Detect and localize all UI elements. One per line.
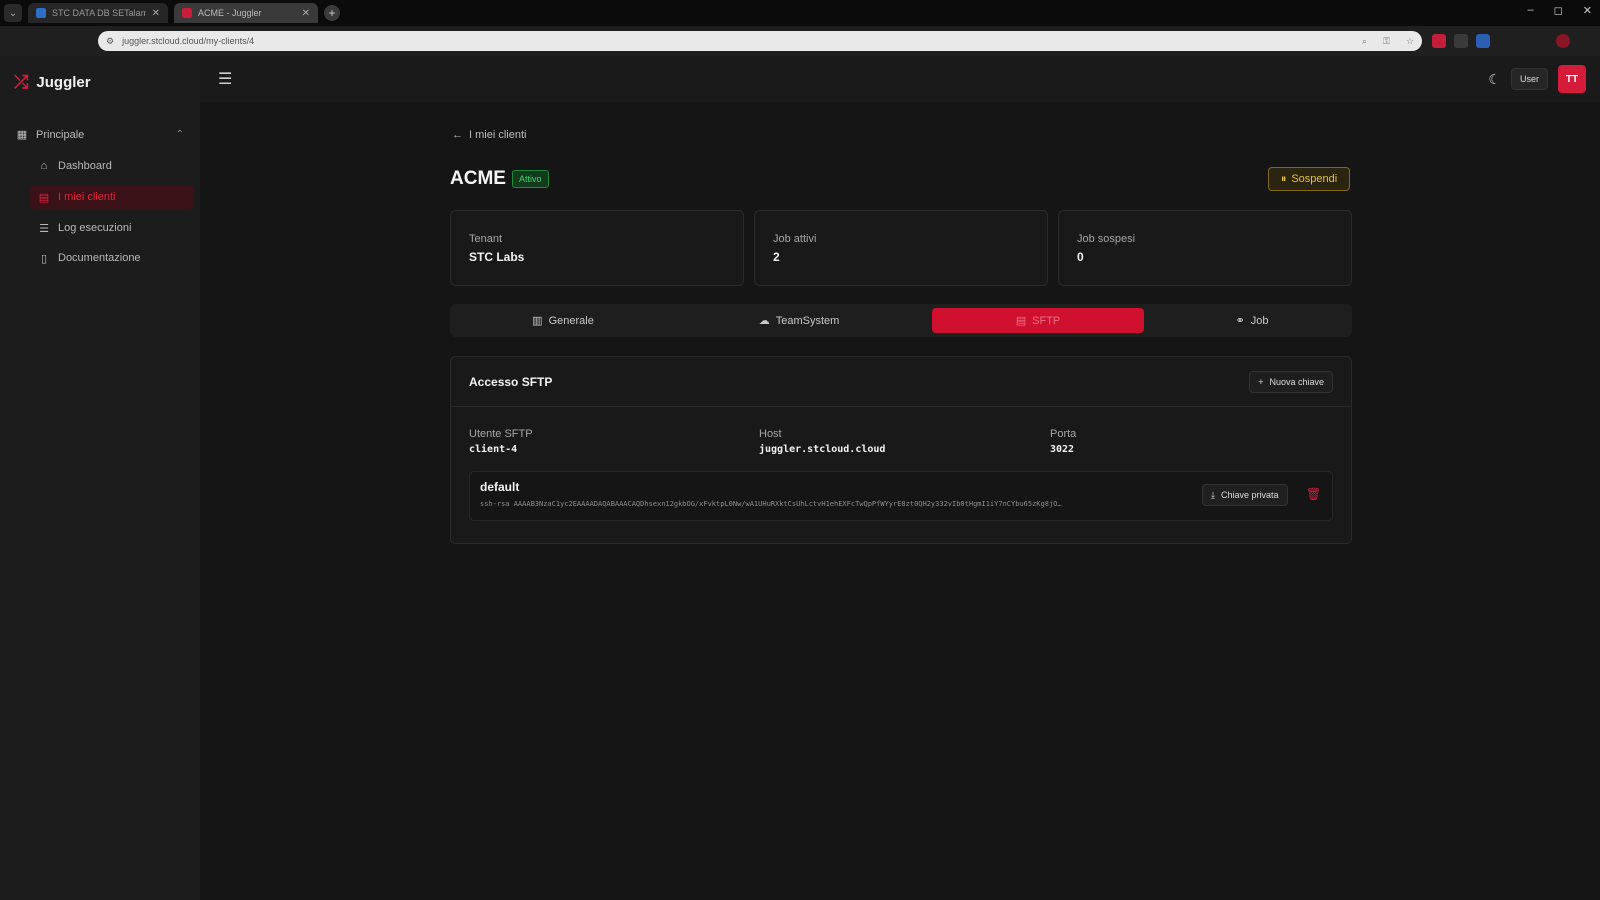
sidebar-item-clients[interactable]: ▤ I miei clienti (30, 185, 194, 209)
server-icon: ▤ (1015, 315, 1027, 327)
password-key-icon[interactable]: ⚿ (1383, 36, 1390, 47)
extension-icon[interactable] (1476, 34, 1490, 48)
browser-toolbar: ⚙ juggler.stcloud.cloud/my-clients/4 ⌕ ⚿… (0, 26, 1600, 56)
tab-generale[interactable]: ▥ Generale (454, 308, 672, 333)
browser-tab-bar: ⌄ STC DATA DB SETalamble D ✕ ACME - Jugg… (0, 0, 1600, 26)
cloud-icon: ☁ (758, 315, 770, 327)
link-icon: ⚭ (1235, 315, 1245, 327)
extension-icon[interactable] (1432, 34, 1446, 48)
delete-key-trash-icon[interactable]: 🗑 (1306, 487, 1321, 501)
suspended-jobs-card: Job sospesi 0 (1058, 210, 1352, 286)
pause-circle-icon: ⏸ (1280, 172, 1287, 185)
suspend-button[interactable]: ⏸ Sospendi (1268, 167, 1350, 191)
sidebar-section-principale[interactable]: ▦ Principale ⌃ (16, 128, 184, 142)
theme-toggle-moon-icon[interactable]: ☾ (1488, 71, 1501, 88)
brand-name: Juggler (36, 74, 91, 91)
hamburger-menu-icon[interactable]: ☰ (218, 69, 232, 89)
status-badge: Attivo (512, 170, 549, 188)
sftp-port-field: Porta 3022 (1050, 428, 1077, 455)
header-actions: ☾ User TT (1488, 65, 1586, 93)
sftp-host-field: Host juggler.stcloud.cloud (759, 428, 886, 455)
building-icon: ▥ (532, 315, 543, 327)
user-button[interactable]: User (1510, 68, 1548, 90)
tab-search-button[interactable]: ⌄ (4, 4, 22, 22)
sidebar: ⤮ Juggler ▦ Principale ⌃ ⌂ Dashboard ▤ I… (0, 56, 200, 900)
favicon-icon (182, 8, 192, 18)
window-controls: – ◻ ✕ (1528, 4, 1592, 17)
key-name: default (480, 480, 520, 494)
brand[interactable]: ⤮ Juggler (14, 72, 91, 93)
arrow-left-icon: ← (452, 129, 463, 141)
download-private-key-button[interactable]: ⤓ Chiave privata (1202, 484, 1288, 506)
close-tab-icon[interactable]: ✕ (302, 8, 310, 19)
back-link[interactable]: ← I miei clienti (452, 129, 526, 141)
url-text[interactable]: juggler.stcloud.cloud/my-clients/4 (122, 36, 1354, 46)
close-tab-icon[interactable]: ✕ (152, 8, 160, 19)
avatar[interactable]: TT (1558, 65, 1586, 93)
divider (451, 406, 1351, 407)
plus-icon: + (1258, 377, 1264, 387)
tab-job[interactable]: ⚭ Job (1156, 308, 1348, 333)
sftp-panel: Accesso SFTP + Nuova chiave Utente SFTP … (450, 356, 1352, 544)
clients-icon: ▤ (38, 191, 50, 204)
tenant-card: Tenant STC Labs (450, 210, 744, 286)
sidebar-item-dashboard[interactable]: ⌂ Dashboard (30, 154, 194, 178)
extension-icon[interactable] (1454, 34, 1468, 48)
bookmark-star-icon[interactable]: ☆ (1406, 36, 1414, 47)
grid-icon: ▦ (16, 129, 28, 141)
new-tab-button[interactable]: + (324, 5, 340, 21)
chevron-up-icon[interactable]: ⌃ (176, 129, 184, 140)
log-icon: ☰ (39, 222, 49, 235)
home-icon: ⌂ (40, 160, 48, 172)
active-jobs-card: Job attivi 2 (754, 210, 1048, 286)
profile-icon[interactable] (1556, 34, 1570, 48)
new-key-button[interactable]: + Nuova chiave (1249, 371, 1333, 393)
favicon-icon (36, 8, 46, 18)
browser-tab-active[interactable]: ACME - Juggler ✕ (174, 3, 318, 23)
close-window-icon[interactable]: ✕ (1583, 4, 1592, 17)
sidebar-item-log[interactable]: ☰ Log esecuzioni (30, 216, 194, 240)
sidebar-item-docs[interactable]: ▯ Documentazione (30, 246, 194, 270)
address-bar[interactable]: ⚙ juggler.stcloud.cloud/my-clients/4 ⌕ ⚿… (98, 31, 1422, 51)
maximize-icon[interactable]: ◻ (1554, 4, 1563, 17)
key-value: ssh-rsa AAAAB3NzaC1yc2EAAAADAQABAAACAQDh… (480, 500, 1062, 508)
site-info-icon[interactable]: ⚙ (106, 36, 114, 47)
client-tabs: ▥ Generale ☁ TeamSystem ▤ SFTP ⚭ Job (450, 304, 1352, 337)
juggler-logo-icon: ⤮ (14, 72, 29, 92)
tab-sftp[interactable]: ▤ SFTP (932, 308, 1144, 333)
ssh-key-row: default ssh-rsa AAAAB3NzaC1yc2EAAAADAQAB… (469, 471, 1333, 521)
minimize-icon[interactable]: – (1528, 4, 1534, 17)
browser-tab[interactable]: STC DATA DB SETalamble D ✕ (28, 3, 168, 23)
book-icon: ▯ (40, 252, 48, 265)
download-icon: ⤓ (1211, 489, 1215, 500)
app-header: ☰ ☾ User TT (200, 56, 1600, 102)
panel-title: Accesso SFTP (469, 375, 553, 389)
tab-teamsystem[interactable]: ☁ TeamSystem (690, 308, 908, 333)
zoom-icon[interactable]: ⌕ (1362, 36, 1367, 47)
page-title: ACME (450, 168, 506, 189)
sftp-user-field: Utente SFTP client-4 (469, 428, 533, 455)
